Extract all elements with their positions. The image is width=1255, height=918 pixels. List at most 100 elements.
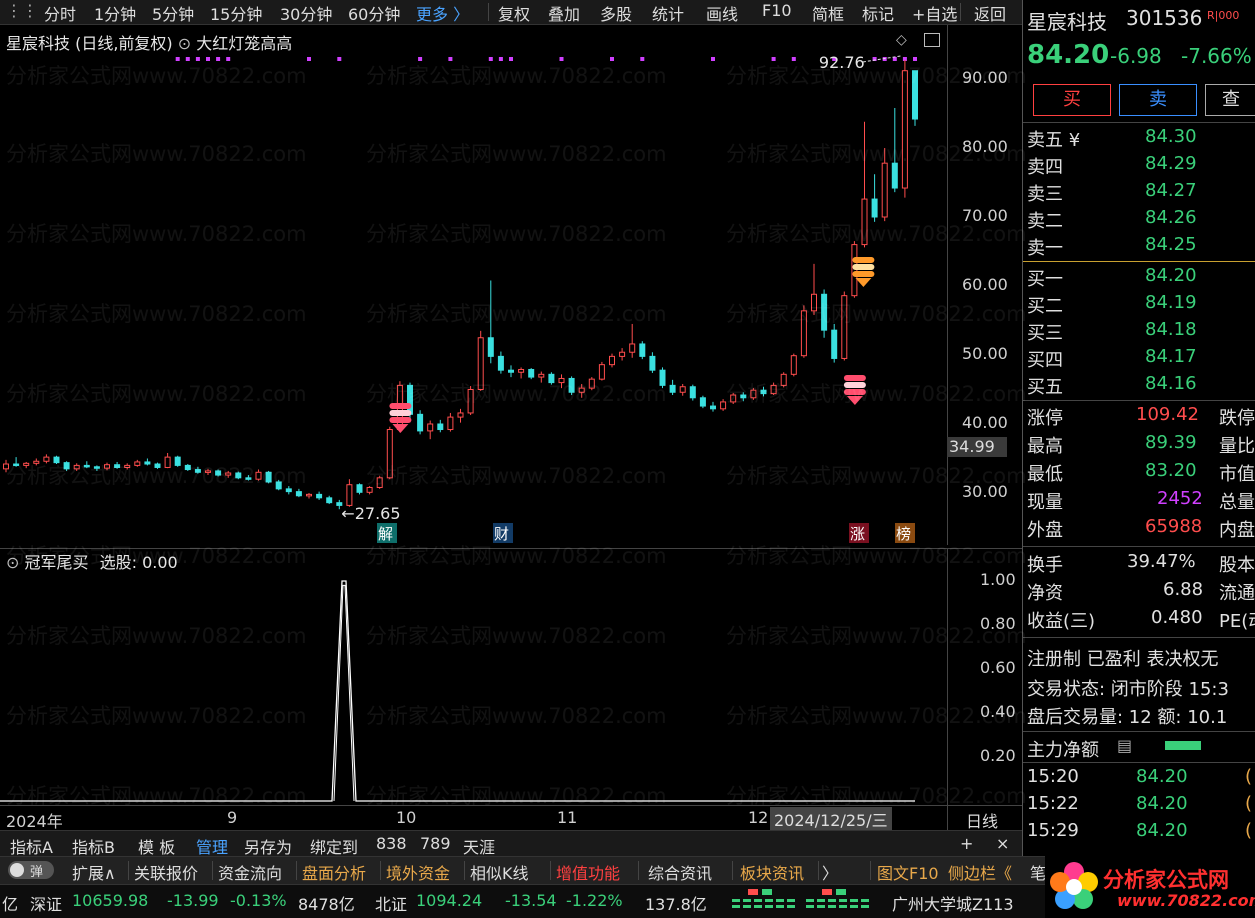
- subchart-indicator-name[interactable]: 冠军尾买: [25, 553, 89, 572]
- candle: [154, 462, 161, 469]
- panel-toggle-icon[interactable]: [924, 33, 940, 47]
- event-marker[interactable]: 财: [494, 525, 509, 543]
- indicator-tab[interactable]: 指标A: [10, 834, 53, 858]
- function-tab[interactable]: 关联报价: [134, 860, 198, 884]
- candle-body: [901, 70, 908, 189]
- function-tab[interactable]: 增值功能: [556, 860, 620, 884]
- function-tab[interactable]: 相似K线: [470, 860, 529, 884]
- grid-icon[interactable]: ⋮⋮: [6, 1, 38, 20]
- ask-level-price[interactable]: 84.29: [1145, 153, 1197, 174]
- indicator-name[interactable]: 大红灯笼高高: [196, 34, 292, 53]
- function-tab[interactable]: 综合资讯: [648, 860, 712, 884]
- toolbar-item[interactable]: 复权: [498, 1, 530, 25]
- sub-tick-label: 0.20: [980, 746, 1016, 765]
- candle: [740, 392, 747, 402]
- function-tab[interactable]: 笔: [1030, 860, 1046, 884]
- ask-level-label: 卖一: [1027, 238, 1063, 259]
- stat-value: 0.480: [1151, 607, 1203, 628]
- candle: [376, 475, 383, 489]
- toolbar-item[interactable]: 1分钟: [94, 1, 136, 25]
- indicator-tab[interactable]: 模 板: [138, 834, 175, 858]
- function-tab[interactable]: 板块资讯: [740, 860, 804, 884]
- indicator-tab[interactable]: 绑定到: [310, 834, 358, 858]
- breadth-tick: [861, 905, 869, 908]
- bid-level-price[interactable]: 84.20: [1145, 265, 1197, 286]
- candle: [346, 479, 353, 507]
- breadth-tick: [806, 905, 814, 908]
- settings-icon[interactable]: ⊙: [6, 553, 25, 572]
- candle-body: [770, 384, 777, 395]
- toolbar-item[interactable]: 5分钟: [152, 1, 194, 25]
- candle: [639, 341, 646, 360]
- bid-level-price[interactable]: 84.18: [1145, 319, 1197, 340]
- indicator-tab[interactable]: 另存为: [244, 834, 292, 858]
- toolbar-item[interactable]: F10: [762, 1, 792, 20]
- function-tab[interactable]: 〉: [822, 860, 838, 884]
- toolbar-item[interactable]: 60分钟: [348, 1, 400, 25]
- function-tab[interactable]: 图文F10: [877, 860, 939, 884]
- indicator-subchart[interactable]: [0, 548, 947, 805]
- diamond-icon[interactable]: ◇: [896, 32, 907, 48]
- candle-body: [225, 472, 232, 476]
- toolbar-item[interactable]: 15分钟: [210, 1, 262, 25]
- candle: [770, 382, 777, 396]
- toolbar-item[interactable]: 更多 〉: [416, 1, 469, 25]
- ask-level-label: 卖四: [1027, 157, 1063, 178]
- toolbar-item[interactable]: +自选: [912, 1, 957, 25]
- sell-button[interactable]: 卖: [1119, 84, 1197, 116]
- crosshair-date: 2024/12/25/三: [770, 807, 892, 831]
- function-tab[interactable]: 侧边栏《: [948, 860, 1012, 884]
- toolbar-item[interactable]: 画线: [706, 1, 738, 25]
- event-marker[interactable]: 解: [378, 525, 393, 543]
- bid-level-price[interactable]: 84.19: [1145, 292, 1197, 313]
- indicator-tab[interactable]: 789: [420, 834, 451, 853]
- candle-body: [83, 464, 90, 468]
- event-marker[interactable]: 榜: [896, 525, 911, 543]
- candle-body: [447, 416, 454, 431]
- price-tick-label: 50.00: [962, 344, 1008, 363]
- event-marker[interactable]: 涨: [850, 525, 865, 543]
- buy-button[interactable]: 买: [1033, 84, 1111, 116]
- chevron-down-icon[interactable]: ⊙: [178, 34, 197, 53]
- function-tab[interactable]: 资金流向: [218, 860, 282, 884]
- toggle-switch[interactable]: 弹: [8, 861, 54, 880]
- function-tab[interactable]: 盘面分析: [302, 860, 366, 884]
- toolbar-item[interactable]: 简框: [812, 1, 844, 25]
- toolbar-item[interactable]: 30分钟: [280, 1, 332, 25]
- ask-level-price[interactable]: 84.25: [1145, 234, 1197, 255]
- sz-index-name[interactable]: 深证: [30, 891, 62, 915]
- toolbar-item[interactable]: 叠加: [548, 1, 580, 25]
- function-tab[interactable]: 境外资金: [386, 860, 450, 884]
- indicator-tab[interactable]: 管理: [196, 834, 228, 858]
- indicator-tab[interactable]: 指标B: [72, 834, 115, 858]
- function-tab[interactable]: 扩展∧: [72, 860, 116, 884]
- ask-level-price[interactable]: 84.27: [1145, 180, 1197, 201]
- toolbar-item[interactable]: 多股: [600, 1, 632, 25]
- toolbar-item[interactable]: 统计: [652, 1, 684, 25]
- breadth-tick: [732, 905, 740, 908]
- news-ticker[interactable]: 广州大学城Z113: [892, 891, 1014, 915]
- candlestick-chart[interactable]: 92.76 ←27.65 解 财 涨 榜: [0, 25, 947, 545]
- bz-index-name[interactable]: 北证: [375, 891, 407, 915]
- toolbar-item[interactable]: 标记: [862, 1, 894, 25]
- close-tab-button[interactable]: ×: [996, 834, 1009, 853]
- ask-level-price[interactable]: 84.26: [1145, 207, 1197, 228]
- toolbar-item[interactable]: 返回: [974, 1, 1006, 25]
- ask-level-price[interactable]: 84.30: [1145, 126, 1197, 147]
- indicator-tab[interactable]: 天涯: [463, 834, 495, 858]
- toolbar-item[interactable]: 分时: [44, 1, 76, 25]
- candle-body: [710, 405, 716, 410]
- bid-level-price[interactable]: 84.16: [1145, 373, 1197, 394]
- add-tab-button[interactable]: +: [960, 834, 973, 853]
- price-tick-label: 40.00: [962, 413, 1008, 432]
- info-line-3: 盘后交易量: 12 额: 10.1: [1027, 707, 1228, 728]
- breadth-tick: [754, 899, 762, 902]
- period-label[interactable]: 日线: [947, 805, 1023, 831]
- list-icon[interactable]: ▤: [1117, 736, 1132, 755]
- signal-dot: [206, 57, 210, 61]
- indicator-tab[interactable]: 838: [376, 834, 407, 853]
- bid-level-price[interactable]: 84.17: [1145, 346, 1197, 367]
- bz-index-change: -13.54: [505, 891, 557, 910]
- query-button[interactable]: 查: [1205, 84, 1255, 116]
- candle: [689, 384, 696, 401]
